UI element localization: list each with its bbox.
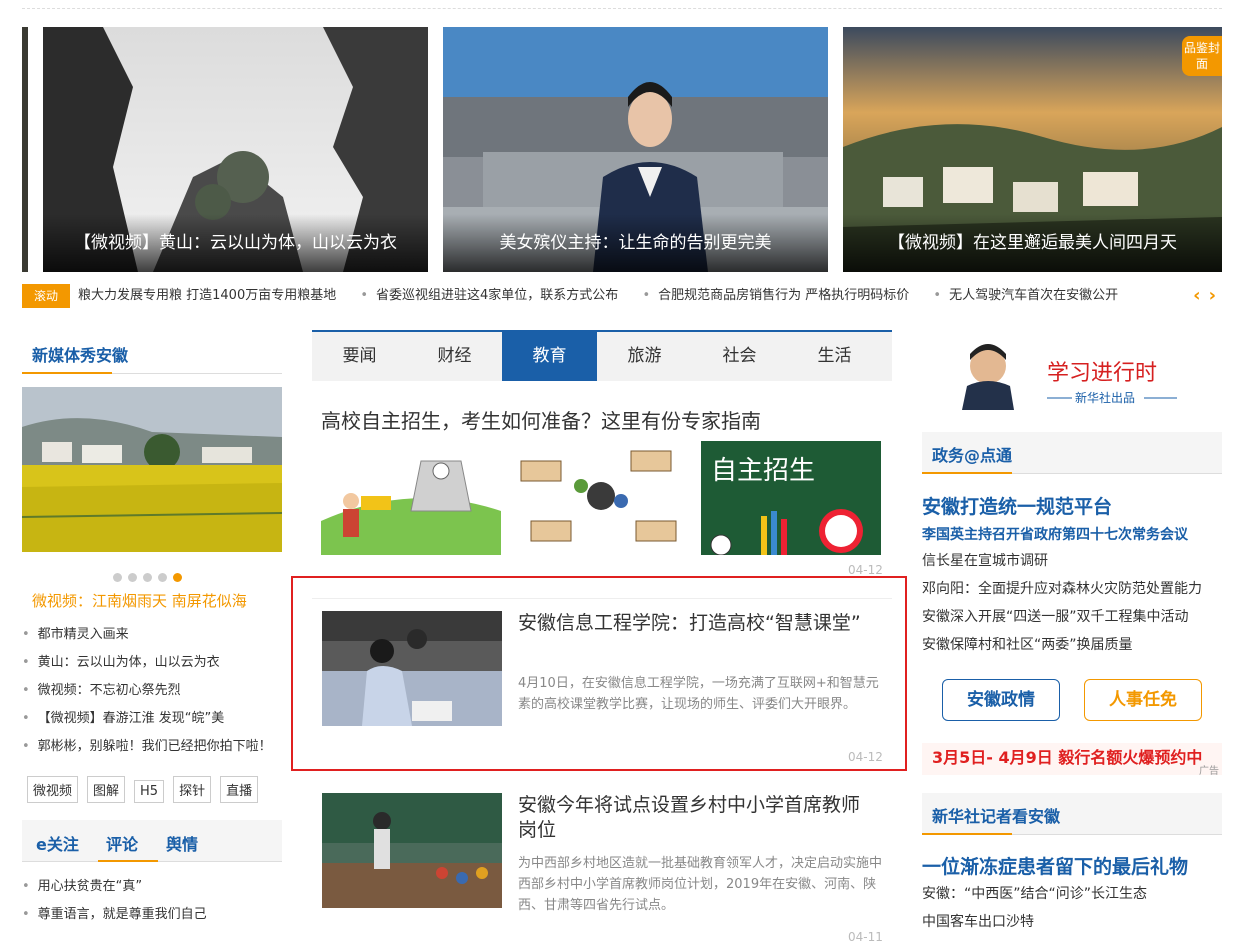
tab-finance[interactable]: 财经 xyxy=(407,332,502,381)
anhui-politics-button[interactable]: 安徽政情 xyxy=(942,679,1060,721)
article-date: 04-11 xyxy=(848,930,883,941)
media-tags: 微视频 图解 H5 探针 直播 xyxy=(27,776,267,803)
tab-news[interactable]: 要闻 xyxy=(312,332,407,381)
article-card-1[interactable]: 安徽信息工程学院：打造高校“智慧课堂” 4月10日，在安徽信息工程学院，一场充满… xyxy=(312,611,892,764)
slider-dot[interactable] xyxy=(143,573,152,582)
opinion-list: 用心扶贫贵在“真” 尊重语言，就是尊重我们自己 xyxy=(22,873,290,929)
reporter-headline[interactable]: 一位渐冻症患者留下的最后礼物 xyxy=(922,852,1188,879)
section-title: 新华社记者看安徽 xyxy=(932,807,1061,826)
feature-title[interactable]: 微视频：江南烟雨天 南屏花似海 xyxy=(32,590,247,611)
admission-cartoon-image[interactable] xyxy=(321,441,501,555)
list-item[interactable]: 邓向阳：全面提升应对森林火灾防范处置能力 xyxy=(922,575,1202,603)
ticker-item[interactable]: 省委巡视组进驻这4家单位，联系方式公布 xyxy=(360,288,618,303)
news-ticker: 滚动 粮大力发展专用粮 打造1400万亩专用粮基地 省委巡视组进驻这4家单位，联… xyxy=(22,284,1222,308)
cover-badge[interactable]: 品鉴封面 xyxy=(1182,36,1222,76)
list-item[interactable]: 安徽：“中西医”结合“问诊”长江生态 xyxy=(922,880,1147,908)
carousel-slide-huangshan[interactable]: 【微视频】黄山：云以山为体，山以云为衣 xyxy=(43,27,428,272)
slider-dot-active[interactable] xyxy=(173,573,182,582)
slider-dot[interactable] xyxy=(128,573,137,582)
banner-title: 学习进行时 xyxy=(1047,361,1157,386)
banner-sub: 新华社出品 xyxy=(1075,390,1135,405)
list-item[interactable]: 安徽深入开展“四送一服”双千工程集中活动 xyxy=(922,603,1202,631)
gov-list: 信长星在宣城市调研 邓向阳：全面提升应对森林火灾防范处置能力 安徽深入开展“四送… xyxy=(922,547,1202,659)
carousel-caption: 【微视频】黄山：云以山为体，山以云为衣 xyxy=(43,214,428,272)
opinion-tabs: e关注 评论 舆情 xyxy=(22,820,282,862)
article-card-2[interactable]: 安徽今年将试点设置乡村中小学首席教师岗位 为中西部乡村地区造就一批基础教育领军人… xyxy=(312,793,892,941)
list-item[interactable]: 信长星在宣城市调研 xyxy=(922,547,1202,575)
tab-education[interactable]: 教育 xyxy=(502,332,597,381)
ad-banner[interactable]: 3月5日- 4月9日 毅行名额火爆预约中 xyxy=(922,743,1222,775)
list-item[interactable]: 郭彬彬，别躲啦！我们已经把你拍下啦！ xyxy=(22,733,290,761)
article-desc: 4月10日，在安徽信息工程学院，一场充满了互联网+和智慧元素的高校课堂教学比赛，… xyxy=(518,676,879,712)
section-title: 政务@点通 xyxy=(932,446,1013,465)
tag-live[interactable]: 直播 xyxy=(220,776,259,803)
list-item[interactable]: 安徽保障村和社区“两委”换届质量 xyxy=(922,631,1202,659)
ticker-arrows: ‹ › xyxy=(1185,284,1216,308)
headline-date: 04-12 xyxy=(848,563,883,577)
article-title[interactable]: 安徽信息工程学院：打造高校“智慧课堂” xyxy=(518,611,878,636)
list-item[interactable]: 都市精灵入画来 xyxy=(22,621,290,649)
tab-society[interactable]: 社会 xyxy=(692,332,787,381)
new-media-list: 都市精灵入画来 黄山：云以山为体，山以云为衣 微视频：不忘初心祭先烈 【微视频】… xyxy=(22,621,290,761)
ticker-item[interactable]: 合肥规范商品房销售行为 严格执行明码标价 xyxy=(642,288,909,303)
article-date: 04-12 xyxy=(848,750,883,764)
study-banner[interactable]: 学习进行时 新华社出品 xyxy=(922,330,1222,420)
category-tabs: 要闻 财经 教育 旅游 社会 生活 xyxy=(312,330,892,381)
chalkboard-text: 自主招生 xyxy=(711,456,815,486)
list-item[interactable]: 尊重语言，就是尊重我们自己 xyxy=(22,901,290,929)
rapeseed-field-image[interactable] xyxy=(22,387,282,552)
ticker-item[interactable]: 粮大力发展专用粮 打造1400万亩专用粮基地 xyxy=(78,288,336,303)
ticker-item[interactable]: 无人驾驶汽车首次在安徽公开 xyxy=(933,288,1118,303)
tag-h5[interactable]: H5 xyxy=(134,780,165,803)
ad-label: 广告 xyxy=(1199,766,1219,777)
carousel-edge xyxy=(22,27,28,272)
list-item[interactable]: 微视频：不忘初心祭先烈 xyxy=(22,677,290,705)
reporter-list: 安徽：“中西医”结合“问诊”长江生态 中国客车出口沙特 xyxy=(922,880,1147,936)
top-divider xyxy=(22,8,1222,9)
list-item[interactable]: 中国客车出口沙特 xyxy=(922,908,1147,936)
carousel-slide-host[interactable]: 美女殡仪主持：让生命的告别更完美 xyxy=(443,27,828,272)
gov-headline[interactable]: 安徽打造统一规范平台 xyxy=(922,492,1112,519)
chalkboard-image[interactable]: 自主招生 xyxy=(701,441,881,555)
ticker-items: 粮大力发展专用粮 打造1400万亩专用粮基地 省委巡视组进驻这4家单位，联系方式… xyxy=(78,284,1178,308)
ticker-tag: 滚动 xyxy=(22,284,70,308)
list-item[interactable]: 【微视频】春游江淮 发现“皖”美 xyxy=(22,705,290,733)
study-banner-image: 学习进行时 新华社出品 xyxy=(922,330,1222,420)
personnel-button[interactable]: 人事任免 xyxy=(1084,679,1202,721)
carousel-caption: 【微视频】在这里邂逅最美人间四月天 xyxy=(843,214,1222,272)
list-item[interactable]: 黄山：云以山为体，山以云为衣 xyxy=(22,649,290,677)
classroom-image xyxy=(322,611,502,726)
slider-dots xyxy=(113,567,188,586)
rural-classroom-image xyxy=(322,793,502,908)
list-item[interactable]: 用心扶贫贵在“真” xyxy=(22,873,290,901)
exam-cartoon-image[interactable] xyxy=(511,441,691,555)
headline[interactable]: 高校自主招生，考生如何准备？这里有份专家指南 xyxy=(321,405,761,434)
slider-dot[interactable] xyxy=(113,573,122,582)
new-media-section-header: 新媒体秀安徽 xyxy=(22,330,282,374)
tab-travel[interactable]: 旅游 xyxy=(597,332,692,381)
tag-graphic[interactable]: 图解 xyxy=(87,776,126,803)
gov-section-header: 政务@点通 xyxy=(922,432,1222,474)
tab-life[interactable]: 生活 xyxy=(787,332,882,381)
gov-subheadline[interactable]: 李国英主持召开省政府第四十七次常务会议 xyxy=(922,524,1188,544)
carousel-slide-village[interactable]: 品鉴封面 【微视频】在这里邂逅最美人间四月天 xyxy=(843,27,1222,272)
carousel-caption: 美女殡仪主持：让生命的告别更完美 xyxy=(443,214,828,272)
prev-arrow-icon[interactable]: ‹ xyxy=(1193,285,1200,306)
tag-probe[interactable]: 探针 xyxy=(173,776,212,803)
reporter-section-header: 新华社记者看安徽 xyxy=(922,793,1222,835)
tab-comment[interactable]: 评论 xyxy=(106,831,138,855)
tag-video[interactable]: 微视频 xyxy=(27,776,79,803)
article-desc: 为中西部乡村地区造就一批基础教育领军人才，决定启动实施中西部乡村中小学首席教师岗… xyxy=(518,856,883,913)
tab-public-opinion[interactable]: 舆情 xyxy=(166,831,198,855)
section-title: 新媒体秀安徽 xyxy=(32,346,129,365)
tab-e-focus[interactable]: e关注 xyxy=(36,831,79,855)
slider-dot[interactable] xyxy=(158,573,167,582)
article-title[interactable]: 安徽今年将试点设置乡村中小学首席教师岗位 xyxy=(518,793,878,843)
next-arrow-icon[interactable]: › xyxy=(1209,285,1216,306)
